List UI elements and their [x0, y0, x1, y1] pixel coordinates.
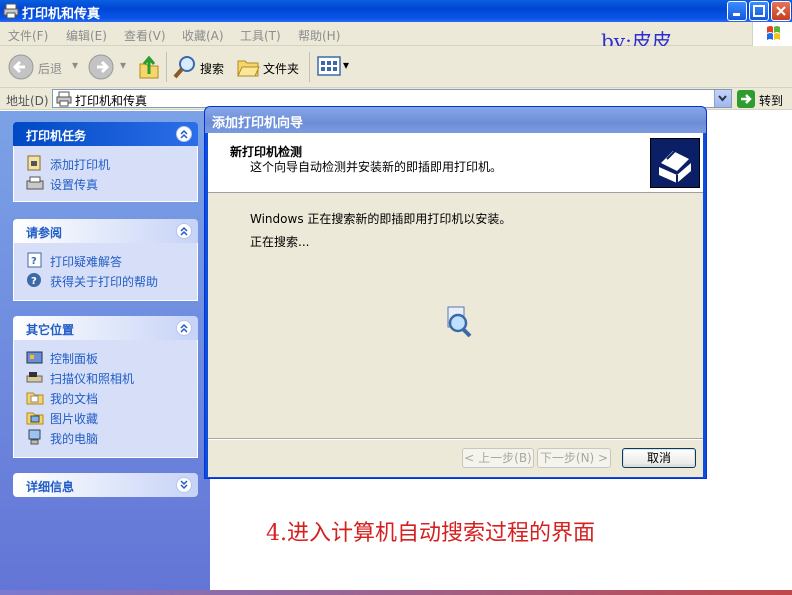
next-button[interactable]: 下一步(N) > — [537, 448, 611, 468]
printing-help-label[interactable]: 获得关于打印的帮助 — [50, 273, 158, 290]
chevron-down-icon — [180, 480, 188, 490]
address-value: 打印机和传真 — [75, 94, 148, 108]
setup-fax-label[interactable]: 设置传真 — [50, 176, 98, 193]
bottom-border — [0, 590, 792, 595]
control-panel-icon — [26, 351, 43, 364]
menu-edit[interactable]: 编辑(E) — [66, 27, 107, 44]
wizard-printer-icon — [650, 138, 700, 188]
chevron-up-icon — [180, 323, 188, 333]
window-title: 打印机和传真 — [22, 7, 101, 22]
printer-tasks-panel: 打印机任务 添加打印机 设置传真 — [13, 122, 198, 202]
expand-button[interactable] — [176, 477, 192, 493]
control-panel-label[interactable]: 控制面板 — [50, 350, 98, 367]
views-dropdown-icon[interactable]: ▾ — [343, 58, 349, 72]
wizard-title: 添加打印机向导 — [212, 116, 304, 131]
add-printer-wizard-dialog: 添加打印机向导 新打印机检测 这个向导自动检测并安装新的即插即用打印机。 Win… — [204, 106, 707, 479]
wizard-status-message: Windows 正在搜索新的即插即用打印机以安装。 — [250, 212, 512, 226]
maximize-button[interactable] — [749, 1, 769, 21]
wizard-header: 新打印机检测 这个向导自动检测并安装新的即插即用打印机。 — [208, 133, 703, 193]
go-arrow-icon — [737, 90, 755, 108]
details-panel: 详细信息 — [13, 473, 198, 497]
go-button-label[interactable]: 转到 — [759, 92, 783, 109]
views-icon[interactable] — [317, 56, 341, 76]
search-icon — [173, 56, 195, 79]
folders-icon — [237, 60, 260, 77]
wizard-body: 新打印机检测 这个向导自动检测并安装新的即插即用打印机。 Windows 正在搜… — [208, 133, 703, 477]
collapse-button[interactable] — [176, 320, 192, 336]
print-troubleshooter-label[interactable]: 打印疑难解答 — [50, 253, 122, 270]
printer-icon — [659, 150, 691, 183]
printer-icon — [56, 91, 72, 107]
other-places-panel: 其它位置 控制面板 扫描仪和照相机 我的文档 图片收藏 我的电脑 — [13, 316, 198, 458]
back-button[interactable]: < 上一步(B) — [462, 448, 534, 468]
collapse-button[interactable] — [176, 126, 192, 142]
windows-logo — [752, 22, 792, 46]
fax-icon — [26, 176, 44, 190]
my-documents-label[interactable]: 我的文档 — [50, 390, 98, 407]
cancel-button[interactable]: 取消 — [622, 448, 696, 468]
wizard-searching-message: 正在搜索... — [250, 235, 310, 249]
minimize-button[interactable] — [727, 1, 747, 21]
close-icon — [776, 6, 786, 16]
computer-icon — [28, 429, 41, 445]
add-printer-icon — [27, 155, 41, 171]
menu-view[interactable]: 查看(V) — [124, 27, 166, 44]
back-dropdown-icon[interactable]: ▾ — [72, 58, 78, 72]
forward-arrow-icon[interactable] — [88, 54, 114, 80]
searching-magnifier-icon — [447, 306, 472, 338]
toolbar: 后退 ▾ ▾ 搜索 文件夹 ▾ — [0, 46, 792, 88]
documents-folder-icon — [26, 392, 44, 405]
my-pictures-label[interactable]: 图片收藏 — [50, 410, 98, 427]
see-also-panel: 请参阅 ? 打印疑难解答 ? 获得关于打印的帮助 — [13, 219, 198, 301]
collapse-button[interactable] — [176, 223, 192, 239]
address-dropdown-button[interactable] — [714, 90, 731, 107]
svg-text:?: ? — [31, 256, 37, 267]
other-places-title: 其它位置 — [26, 323, 75, 337]
other-places-header[interactable]: 其它位置 — [13, 316, 198, 340]
back-arrow-icon[interactable] — [8, 54, 34, 80]
scanners-cameras-label[interactable]: 扫描仪和照相机 — [50, 370, 134, 387]
help-book-icon: ? — [27, 252, 42, 268]
see-also-title: 请参阅 — [26, 226, 63, 240]
close-button[interactable] — [771, 1, 791, 21]
printer-tasks-title: 打印机任务 — [26, 129, 87, 143]
see-also-header[interactable]: 请参阅 — [13, 219, 198, 243]
forward-dropdown-icon[interactable]: ▾ — [120, 58, 126, 72]
chevron-up-icon — [180, 226, 188, 236]
menu-favorites[interactable]: 收藏(A) — [182, 27, 224, 44]
details-title: 详细信息 — [26, 480, 75, 494]
menu-help[interactable]: 帮助(H) — [298, 27, 340, 44]
my-computer-label[interactable]: 我的电脑 — [50, 430, 98, 447]
chevron-down-icon — [718, 95, 727, 102]
svg-text:?: ? — [31, 276, 37, 287]
printer-icon — [3, 3, 19, 19]
search-button[interactable]: 搜索 — [200, 60, 224, 77]
wizard-separator — [208, 438, 703, 440]
caption-text: 4.进入计算机自动搜索过程的界面 — [266, 521, 595, 546]
printer-tasks-header[interactable]: 打印机任务 — [13, 122, 198, 146]
up-folder-icon[interactable] — [137, 54, 161, 80]
address-label: 地址(D) — [6, 94, 49, 108]
chevron-up-icon — [180, 129, 188, 139]
maximize-icon — [753, 5, 765, 17]
pictures-folder-icon — [26, 412, 44, 425]
help-icon: ? — [27, 273, 41, 287]
go-button[interactable]: 转到 — [737, 90, 789, 108]
menu-file[interactable]: 文件(F) — [8, 27, 48, 44]
folders-button[interactable]: 文件夹 — [263, 60, 299, 77]
task-pane: 打印机任务 添加打印机 设置传真 请参阅 ? 打印疑难解答 ? 获得关于打印的帮… — [0, 111, 210, 590]
add-printer-label[interactable]: 添加打印机 — [50, 156, 110, 173]
menu-tools[interactable]: 工具(T) — [240, 27, 281, 44]
details-header[interactable]: 详细信息 — [13, 473, 198, 497]
menu-bar: 文件(F) 编辑(E) 查看(V) 收藏(A) 工具(T) 帮助(H) by:皮… — [0, 22, 792, 53]
back-button-label[interactable]: 后退 — [38, 60, 62, 77]
minimize-icon — [733, 13, 740, 16]
title-bar: 打印机和传真 — [0, 0, 792, 22]
scanner-icon — [26, 372, 43, 383]
wizard-title-bar[interactable]: 添加打印机向导 — [205, 107, 706, 133]
windows-flag-icon — [767, 26, 780, 40]
wizard-header-subtitle: 这个向导自动检测并安装新的即插即用打印机。 — [250, 160, 503, 174]
